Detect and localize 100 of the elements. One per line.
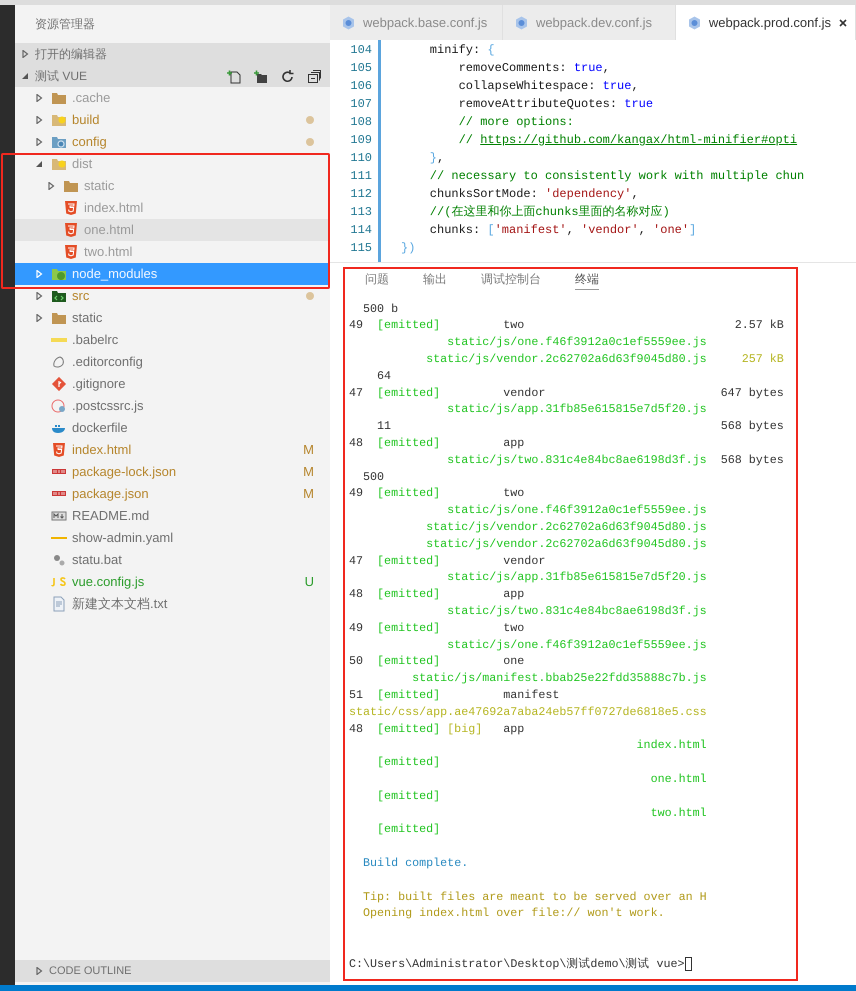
size-text: 257 kB [742,351,784,368]
tree-item[interactable]: package.json M [15,483,330,505]
chunk-id: 47 [349,554,364,568]
asset-path: one.html [650,770,707,788]
tree-item[interactable]: .babelrc [15,329,330,351]
file-name: .postcssrc.js [72,397,145,416]
chunk-id: 51 [349,688,364,702]
babel-icon [51,338,67,342]
code-token: , [437,150,444,167]
code-token: { [487,42,495,59]
tree-item[interactable]: package-lock.json M [15,461,330,483]
postcss-icon [51,398,67,414]
line-number: 106 [350,78,372,95]
asset-path: index.html [636,737,707,754]
new-folder-icon[interactable] [253,68,268,84]
asset-path: static/js/two.831c4e84bc8ae6198d3f.js [447,602,707,620]
section-header[interactable]: CODE OUTLINE [15,960,330,982]
chunk-name: app [503,722,524,736]
collapsed-triangle-icon[interactable] [21,50,29,58]
gears-icon [51,552,67,568]
panel-tab[interactable]: 问题 [365,270,389,290]
emitted-label: [emitted] [377,436,440,450]
code-token: true [574,60,603,77]
tree-item[interactable]: dockerfile [15,417,330,439]
code-token: 'one' [653,222,690,239]
collapsed-triangle-icon[interactable] [35,314,43,322]
collapsed-triangle-icon[interactable] [47,182,55,190]
tree-item[interactable]: .gitignore [15,373,330,395]
asset-path: static/js/one.f46f3912a0c1ef5559ee.js [447,334,707,352]
terminal-text: 11 [377,418,392,436]
tree-item[interactable]: config [15,131,330,153]
emitted-label: [emitted] [377,486,440,500]
file-name: static [84,177,116,196]
code-token: ] [689,222,696,239]
file-name: vue.config.js [72,573,146,592]
collapsed-triangle-icon[interactable] [35,967,43,975]
tree-item[interactable]: static [15,307,330,329]
chunk-name: two [503,318,524,332]
code-token: 'vendor' [581,222,639,239]
tree-item[interactable]: index.html [15,197,330,219]
editor-tab[interactable]: webpack.prod.conf.js [676,5,856,40]
tree-item[interactable]: show-admin.yaml [15,527,330,549]
tree-item[interactable]: .postcssrc.js [15,395,330,417]
tip-message: Opening index.html over file:// won't work. [363,905,665,922]
tree-item[interactable]: .cache [15,87,330,109]
collapsed-triangle-icon[interactable] [35,116,43,124]
line-number: 115 [350,240,372,257]
expanded-triangle-icon[interactable] [35,160,43,168]
chunk-id: 49 [349,318,364,332]
tree-item[interactable]: statu.bat [15,549,330,571]
line-number: 105 [350,60,372,77]
tree-item[interactable]: .editorconfig [15,351,330,373]
asset-path: static/js/vendor.2c62702a6d63f9045d80.js [426,351,707,368]
collapsed-triangle-icon[interactable] [35,292,43,300]
sidebar-title: 资源管理器 [35,16,95,33]
chunk-id: 49 [349,486,364,500]
yaml-icon [51,536,67,540]
chunk-name: app [503,587,524,602]
chunk-id: 48 [349,436,364,450]
tree-item[interactable]: 新建文本文档.txt [15,593,330,615]
asset-path: static/js/app.31fb85e615815e7d5f20.js [447,401,707,418]
line-number: 107 [350,96,372,113]
terminal-text: 500 [363,468,384,486]
code-token: // more options: [458,114,574,131]
tree-item[interactable]: one.html [15,219,330,241]
panel-tab[interactable]: 调试控制台 [481,270,541,290]
html5-icon [51,442,67,458]
collapse-all-icon[interactable] [307,68,322,84]
collapsed-triangle-icon[interactable] [35,138,43,146]
tree-item[interactable]: dist [15,153,330,175]
file-name: build [72,111,100,130]
section-header[interactable]: 测试 VUE [15,65,330,87]
tree-item[interactable]: src [15,285,330,307]
close-icon[interactable] [839,18,847,26]
new-file-icon[interactable] [226,68,241,84]
tree-item[interactable]: static [15,175,330,197]
emitted-label: [emitted] [377,755,440,770]
collapsed-triangle-icon[interactable] [35,94,43,102]
asset-path: static/js/manifest.bbab25e22fdd35888c7b.js [412,670,707,688]
tree-item[interactable]: vue.config.js U [15,571,330,593]
tree-item[interactable]: build [15,109,330,131]
tree-item[interactable]: two.html [15,241,330,263]
section-header[interactable]: 打开的编辑器 [15,43,330,65]
tree-item[interactable]: README.md [15,505,330,527]
code-token: 'dependency' [545,186,632,203]
expanded-triangle-icon[interactable] [21,72,29,80]
tree-item[interactable]: index.html M [15,439,330,461]
asset-path: static/js/two.831c4e84bc8ae6198d3f.js [447,452,707,469]
refresh-icon[interactable] [280,68,295,84]
code-token[interactable]: https://github.com/kangax/html-minifier#opti [480,131,798,149]
tab-label: webpack.dev.conf.js [536,14,652,32]
panel-tab[interactable]: 输出 [423,270,447,290]
code-token: , [566,222,575,239]
big-label: [big] [447,722,482,736]
tree-item[interactable]: node_modules [15,263,330,285]
size-text: 2.57 kB [734,317,784,334]
panel-tab[interactable]: 终端 [575,270,599,290]
code-token: true [624,96,654,113]
code-token: }) [401,240,416,257]
folder-icon [51,112,67,128]
